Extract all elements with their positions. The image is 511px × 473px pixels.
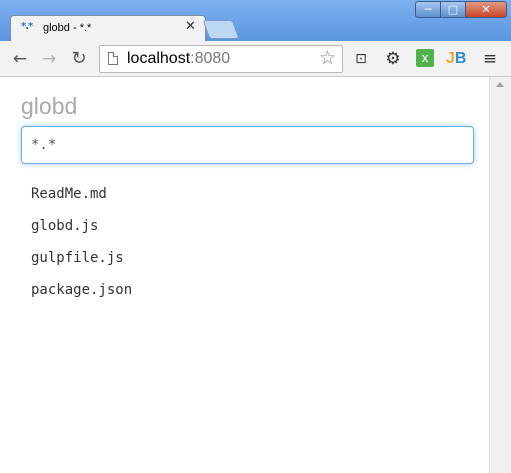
file-item[interactable]: globd.js (31, 217, 132, 249)
tab-title: globd - *.* (43, 22, 92, 34)
jetbrains-extension-icon[interactable]: JB (446, 49, 466, 69)
cast-icon[interactable]: ⊡ (351, 49, 371, 69)
close-window-button[interactable]: ✕ (465, 1, 507, 18)
address-bar[interactable]: localhost:8080 ☆ (99, 45, 343, 73)
browser-window: *.* globd - *.* ✕ ─ □ ✕ ← → ↻ localhost:… (0, 0, 511, 473)
page-title: globd (21, 93, 78, 119)
file-item[interactable]: ReadMe.md (31, 185, 132, 217)
url-text[interactable]: localhost:8080 (127, 50, 230, 68)
tab-favicon-icon: *.* (21, 21, 33, 32)
search-input[interactable] (21, 126, 474, 164)
url-host: localhost (127, 50, 191, 67)
title-bar: *.* globd - *.* ✕ ─ □ ✕ (0, 0, 511, 41)
scroll-up-arrow-icon[interactable] (496, 82, 504, 87)
url-port: :8080 (190, 50, 231, 67)
maximize-button[interactable]: □ (440, 1, 466, 18)
forward-arrow-icon[interactable]: → (38, 48, 60, 70)
new-tab-button[interactable] (202, 20, 240, 39)
gear-icon[interactable]: ⚙ (383, 49, 403, 69)
browser-toolbar: ← → ↻ localhost:8080 ☆ ⊡ ⚙ x JB ≡ (0, 41, 511, 77)
menu-icon[interactable]: ≡ (480, 49, 500, 69)
reload-icon[interactable]: ↻ (68, 48, 90, 70)
vertical-scrollbar[interactable] (489, 77, 511, 473)
jb-letter-j: J (446, 50, 455, 67)
bookmark-star-icon[interactable]: ☆ (319, 47, 336, 69)
jb-letter-b: B (454, 50, 467, 67)
file-list: ReadMe.md globd.js gulpfile.js package.j… (31, 185, 132, 313)
file-item[interactable]: package.json (31, 281, 132, 313)
tab-active[interactable]: *.* globd - *.* ✕ (10, 15, 206, 41)
minimize-button[interactable]: ─ (415, 1, 441, 18)
page-content: globd ReadMe.md globd.js gulpfile.js pac… (0, 77, 489, 473)
page-icon (108, 52, 118, 65)
tab-close-icon[interactable]: ✕ (185, 19, 196, 34)
extension-x-icon[interactable]: x (416, 49, 434, 67)
file-item[interactable]: gulpfile.js (31, 249, 132, 281)
back-arrow-icon[interactable]: ← (9, 48, 31, 70)
